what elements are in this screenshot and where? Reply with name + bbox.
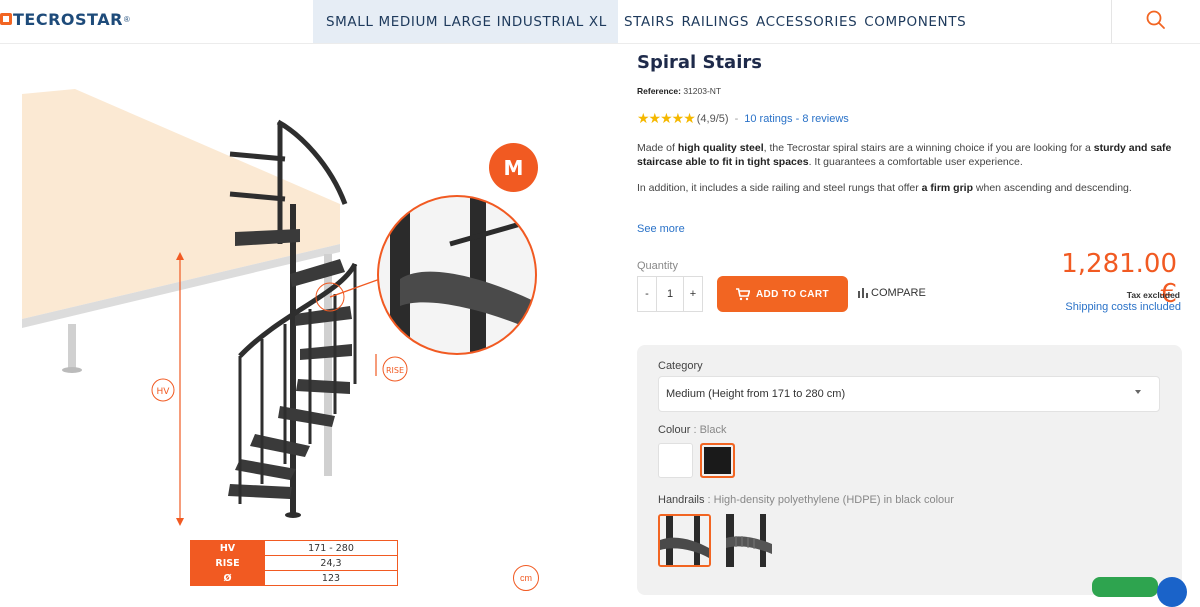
- platform-foot: [62, 367, 82, 373]
- spec-value: 24,3: [264, 555, 398, 571]
- spec-value: 171 - 280: [264, 540, 398, 556]
- quantity-input[interactable]: 1: [656, 277, 684, 311]
- product-image[interactable]: HV RISE M: [0, 44, 600, 587]
- product-description-1: Made of high quality steel, the Tecrosta…: [637, 142, 1172, 168]
- spiral-stair-illustration: HV RISE: [22, 89, 537, 526]
- product-reference: Reference: 31203-NT: [637, 86, 721, 96]
- handrails-value: : High-density polyethylene (HDPE) in bl…: [707, 494, 954, 506]
- center-pole: [290, 204, 296, 514]
- colour-swatch-white[interactable]: [658, 443, 693, 478]
- nav-large[interactable]: LARGE: [443, 14, 491, 30]
- size-badge: M: [489, 143, 538, 192]
- colour-swatch-black[interactable]: [700, 443, 735, 478]
- site-header: TECROSTAR ® SMALL MEDIUM LARGE INDUSTRIA…: [0, 0, 1200, 44]
- logo-mark-icon: [0, 13, 12, 25]
- cart-icon: [735, 287, 750, 300]
- add-to-cart-button[interactable]: ADD TO CART: [717, 276, 848, 312]
- chat-button[interactable]: [1092, 577, 1158, 597]
- category-label: Category: [658, 360, 703, 372]
- search-icon[interactable]: [1145, 9, 1167, 31]
- spec-row: RISE 24,3: [190, 555, 398, 571]
- handrails-label: Handrails : High-density polyethylene (H…: [658, 494, 954, 506]
- reference-label: Reference:: [637, 86, 681, 96]
- logo-text: TECROSTAR: [13, 9, 123, 29]
- help-widget-button[interactable]: [1157, 577, 1187, 607]
- unit-toggle-icon[interactable]: cm: [513, 565, 539, 591]
- nav-industrial[interactable]: INDUSTRIAL: [497, 14, 584, 30]
- ratings-reviews-link[interactable]: 10 ratings - 8 reviews: [744, 113, 849, 125]
- rating-stars-icon: ★★★★★: [637, 110, 696, 126]
- product-rating: ★★★★★ (4,9/5) - 10 ratings - 8 reviews: [637, 110, 849, 127]
- quantity-label: Quantity: [637, 260, 678, 272]
- compare-bars-icon: [858, 288, 868, 298]
- product-title: Spiral Stairs: [637, 52, 762, 73]
- nav-xl[interactable]: XL: [589, 14, 607, 30]
- quantity-decrease-button[interactable]: -: [638, 277, 656, 311]
- rise-badge-label: RISE: [386, 366, 404, 375]
- pole-base: [285, 512, 301, 518]
- nav-medium[interactable]: MEDIUM: [379, 14, 439, 30]
- colour-label: Colour : Black: [658, 424, 727, 436]
- category-select[interactable]: Medium (Height from 171 to 280 cm): [658, 376, 1160, 412]
- tax-note: Tax excluded: [1126, 290, 1180, 300]
- spec-key: RISE: [190, 555, 265, 571]
- rating-separator: -: [734, 112, 739, 125]
- nav-stairs[interactable]: STAIRS: [624, 14, 675, 30]
- compare-label: COMPARE: [871, 287, 926, 299]
- category-nav: STAIRS RAILINGS ACCESSORIES COMPONENTS: [618, 0, 966, 43]
- compare-button[interactable]: COMPARE: [858, 287, 926, 299]
- spec-key: HV: [190, 540, 265, 556]
- spec-key: Ø: [190, 570, 265, 586]
- reference-value: 31203-NT: [683, 86, 722, 96]
- spec-row: HV 171 - 280: [190, 540, 398, 556]
- nav-small[interactable]: SMALL: [326, 14, 374, 30]
- nav-components[interactable]: COMPONENTS: [864, 14, 966, 30]
- spec-value: 123: [264, 570, 398, 586]
- quantity-stepper: - 1 +: [637, 276, 703, 312]
- nav-accessories[interactable]: ACCESSORIES: [756, 14, 857, 30]
- handrail-option-steel[interactable]: [722, 514, 775, 567]
- handrail-option-hdpe[interactable]: [658, 514, 711, 567]
- spec-row: Ø 123: [190, 570, 398, 586]
- rating-score: (4,9/5): [696, 112, 729, 125]
- product-price: 1,281.00 €: [1061, 249, 1177, 309]
- hv-badge-label: HV: [157, 387, 171, 397]
- site-logo[interactable]: TECROSTAR ®: [0, 9, 130, 29]
- size-nav: SMALL MEDIUM LARGE INDUSTRIAL XL: [313, 0, 618, 43]
- category-select-value: Medium (Height from 171 to 280 cm): [666, 388, 846, 400]
- handrail-detail-zoom: [378, 196, 536, 354]
- see-more-link[interactable]: See more: [637, 223, 685, 235]
- shipping-link[interactable]: Shipping costs included: [1050, 301, 1181, 313]
- product-description-2: In addition, it includes a side railing …: [637, 182, 1132, 194]
- nav-divider: [1111, 0, 1112, 43]
- nav-railings[interactable]: RAILINGS: [682, 14, 749, 30]
- colour-value: : Black: [693, 424, 727, 436]
- add-to-cart-label: ADD TO CART: [755, 288, 830, 300]
- chevron-down-icon: [1135, 390, 1141, 394]
- handrail-hdpe-thumbnail: [660, 516, 709, 565]
- quantity-increase-button[interactable]: +: [684, 277, 702, 311]
- spec-table: HV 171 - 280 RISE 24,3 Ø 123: [190, 540, 398, 586]
- logo-registered: ®: [123, 14, 130, 24]
- platform-leg: [68, 324, 76, 369]
- product-options-panel: Category Medium (Height from 171 to 280 …: [637, 345, 1182, 595]
- handrail-steel-thumbnail: [726, 514, 772, 567]
